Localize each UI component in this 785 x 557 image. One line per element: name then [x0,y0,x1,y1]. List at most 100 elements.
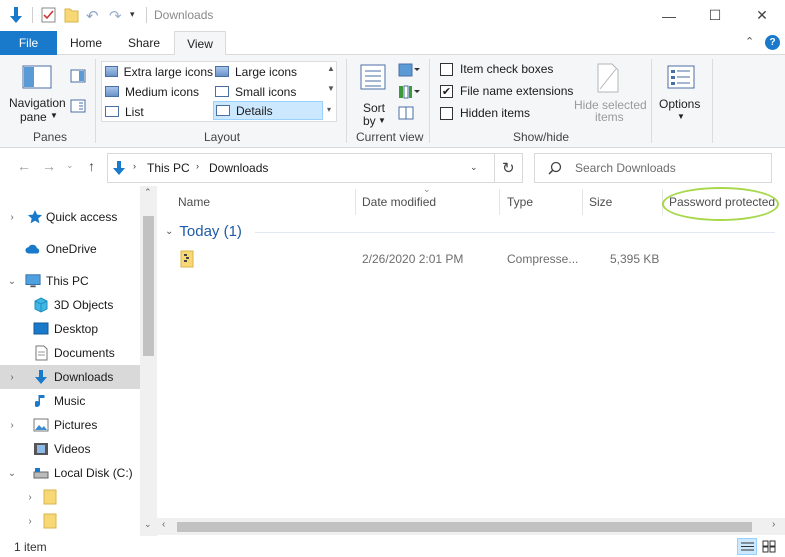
scroll-up-icon[interactable]: ⌃ [144,187,152,198]
sort-by-button[interactable]: Sort by ▼ [355,59,391,128]
nav-item-downloads[interactable]: › Downloads [0,365,140,389]
nav-item-local-disk[interactable]: ⌄ Local Disk (C:) [0,461,140,485]
large-icons-view-icon[interactable] [762,540,776,556]
expand-chevron-icon[interactable]: › [25,516,35,527]
file-date-modified: 2/26/2020 2:01 PM [362,252,464,266]
recent-locations-icon[interactable]: ⌄ [66,160,74,171]
nav-item-pictures[interactable]: › Pictures [0,413,140,437]
column-header-date-modified[interactable]: Date modified [362,195,436,209]
expand-chevron-icon[interactable]: › [7,212,17,223]
up-arrow-icon[interactable]: ↑ [88,158,95,174]
layout-details[interactable]: Details [213,101,323,120]
column-header-size[interactable]: Size [589,195,612,209]
help-icon[interactable]: ? [765,35,780,50]
scroll-down-icon[interactable]: ⌄ [144,519,152,530]
column-header-name[interactable]: Name [178,195,210,209]
back-arrow-icon[interactable]: ← [17,158,31,174]
nav-scrollbar[interactable]: ⌃ ⌄ [140,186,157,536]
layout-scroll-down-icon[interactable]: ▼ [327,84,335,93]
expand-chevron-icon[interactable]: › [7,372,17,383]
address-row: ← → ⌄ ↑ › This PC › Downloads ⌄ ↻ Search… [0,149,785,186]
group-collapse-icon[interactable]: ⌄ [165,226,173,237]
nav-label: Local Disk (C:) [54,466,133,480]
hidden-items-checkbox[interactable] [440,106,453,120]
search-box[interactable]: Search Downloads [534,153,772,183]
options-button[interactable]: Options ▼ [656,59,706,125]
options-label: Options [659,97,701,111]
scroll-left-icon[interactable]: ‹ [162,519,165,530]
details-pane-icon[interactable] [70,99,86,116]
size-columns-icon[interactable] [398,106,414,123]
layout-scroll-up-icon[interactable]: ▲ [327,64,335,73]
nav-item-music[interactable]: Music [0,389,140,413]
horizontal-scrollbar[interactable]: ‹ › [157,518,785,535]
nav-label: Documents [54,346,115,360]
nav-item-onedrive[interactable]: OneDrive [0,237,140,261]
file-name-extensions-toggle[interactable]: ✔ File name extensions [440,84,573,98]
nav-item-folder[interactable]: › [0,485,140,509]
layout-extra-large-icons[interactable]: Extra large icons [105,62,213,81]
navigation-pane-button[interactable]: Navigation pane ▼ [6,59,68,125]
nav-item-documents[interactable]: Documents [0,341,140,365]
table-row[interactable]: 2/26/2020 2:01 PM Compresse... 5,395 KB [172,248,777,270]
expand-chevron-icon[interactable]: › [7,420,17,431]
nav-item-3d-objects[interactable]: 3D Objects [0,293,140,317]
tab-view[interactable]: View [174,31,226,56]
group-by-icon[interactable] [398,63,420,80]
scroll-right-icon[interactable]: › [772,519,775,530]
minimize-button[interactable]: — [646,0,692,31]
layout-large-icons[interactable]: Large icons [215,62,323,81]
expand-chevron-icon[interactable]: › [25,492,35,503]
minimize-ribbon-icon[interactable]: ⌃ [745,35,754,48]
close-button[interactable]: ✕ [739,0,785,31]
breadcrumb-chevron-icon[interactable]: › [133,161,136,171]
group-header-today[interactable]: ⌄ Today (1) [165,223,242,240]
options-dropdown-icon: ▼ [677,112,685,121]
collapse-chevron-icon[interactable]: ⌄ [7,276,17,287]
address-bar[interactable]: › This PC › Downloads ⌄ ↻ [107,153,523,183]
nav-item-folder[interactable]: › [0,509,140,533]
drive-icon [33,465,49,481]
undo-icon[interactable]: ↶ [86,7,99,25]
nav-scroll-thumb[interactable] [143,216,154,356]
item-check-boxes-checkbox[interactable] [440,62,453,76]
layout-list[interactable]: List [105,102,213,121]
new-folder-icon[interactable] [64,7,79,26]
preview-pane-icon[interactable] [70,69,86,86]
tab-file[interactable]: File [0,31,57,55]
nav-item-this-pc[interactable]: ⌄ This PC [0,269,140,293]
hide-selected-items-button[interactable]: Hide selected items [572,59,647,125]
file-name-extensions-checkbox[interactable]: ✔ [440,84,453,98]
breadcrumb-this-pc[interactable]: This PC [147,161,190,175]
nav-label: OneDrive [46,242,97,256]
maximize-button[interactable]: ☐ [692,0,738,31]
address-dropdown-icon[interactable]: ⌄ [470,162,478,173]
nav-item-quick-access[interactable]: › Quick access [0,205,140,229]
column-header-type[interactable]: Type [507,195,533,209]
breadcrumb-chevron-icon[interactable]: › [196,161,199,171]
nav-item-videos[interactable]: Videos [0,437,140,461]
layout-item-label: Large icons [235,64,298,79]
quick-access-down-arrow-icon[interactable] [8,6,24,24]
add-columns-icon[interactable] [398,85,420,102]
forward-arrow-icon[interactable]: → [42,158,56,174]
redo-icon[interactable]: ↷ [109,7,122,25]
tab-share[interactable]: Share [116,31,172,55]
nav-item-desktop[interactable]: Desktop [0,317,140,341]
layout-medium-icons[interactable]: Medium icons [105,82,213,101]
collapse-chevron-icon[interactable]: ⌄ [7,468,17,479]
layout-expand-icon[interactable]: ▾ [327,105,331,114]
properties-icon[interactable] [41,7,56,26]
tab-home[interactable]: Home [58,31,114,55]
nav-label: Downloads [54,370,114,384]
breadcrumb-downloads[interactable]: Downloads [209,161,268,175]
hidden-items-toggle[interactable]: Hidden items [440,106,530,120]
group-label-show-hide: Show/hide [513,130,570,144]
horizontal-scroll-thumb[interactable] [177,522,752,532]
layout-small-icons[interactable]: Small icons [215,82,323,101]
details-view-icon[interactable] [737,538,757,555]
customize-toolbar-icon[interactable]: ▾ [130,9,135,20]
search-input[interactable]: Search Downloads [575,161,676,175]
item-check-boxes-toggle[interactable]: Item check boxes [440,62,553,76]
refresh-icon[interactable]: ↻ [502,159,515,177]
